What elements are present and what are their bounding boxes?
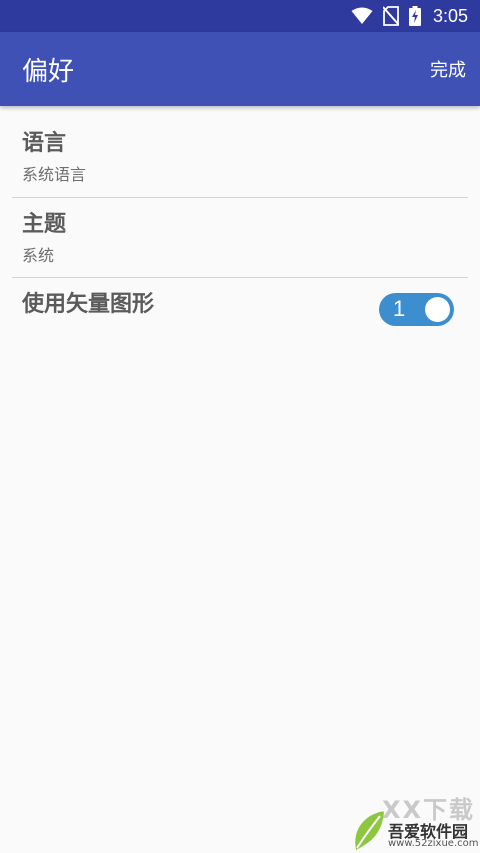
pref-theme-title: 主题: [22, 212, 67, 237]
pref-language-title: 语言: [22, 131, 67, 156]
switch-value: 1: [393, 296, 406, 321]
pref-vector-graphics-title: 使用矢量图形: [22, 292, 155, 317]
switch-knob: [425, 297, 450, 322]
wifi-icon: [351, 7, 373, 25]
pref-item-language[interactable]: 语言 系统语言: [0, 106, 480, 197]
app-bar: 偏好 完成: [0, 32, 480, 106]
battery-charging-icon: [408, 6, 421, 26]
watermark-url: www.52zixue.com: [388, 838, 479, 849]
pref-item-theme[interactable]: 主题 系统: [0, 198, 480, 277]
status-bar: 3:05: [0, 0, 480, 32]
leaf-logo-icon: [352, 810, 386, 853]
watermark: XX下载 吾爱软件园 www.52zixue.com: [352, 790, 480, 853]
no-sim-icon: [382, 6, 399, 26]
pref-language-summary: 系统语言: [22, 165, 87, 184]
status-time: 3:05: [432, 5, 468, 26]
pref-theme-summary: 系统: [22, 246, 55, 265]
page-title: 偏好: [22, 56, 75, 87]
vector-graphics-switch[interactable]: 1: [379, 293, 454, 326]
done-button[interactable]: 完成: [430, 56, 466, 82]
